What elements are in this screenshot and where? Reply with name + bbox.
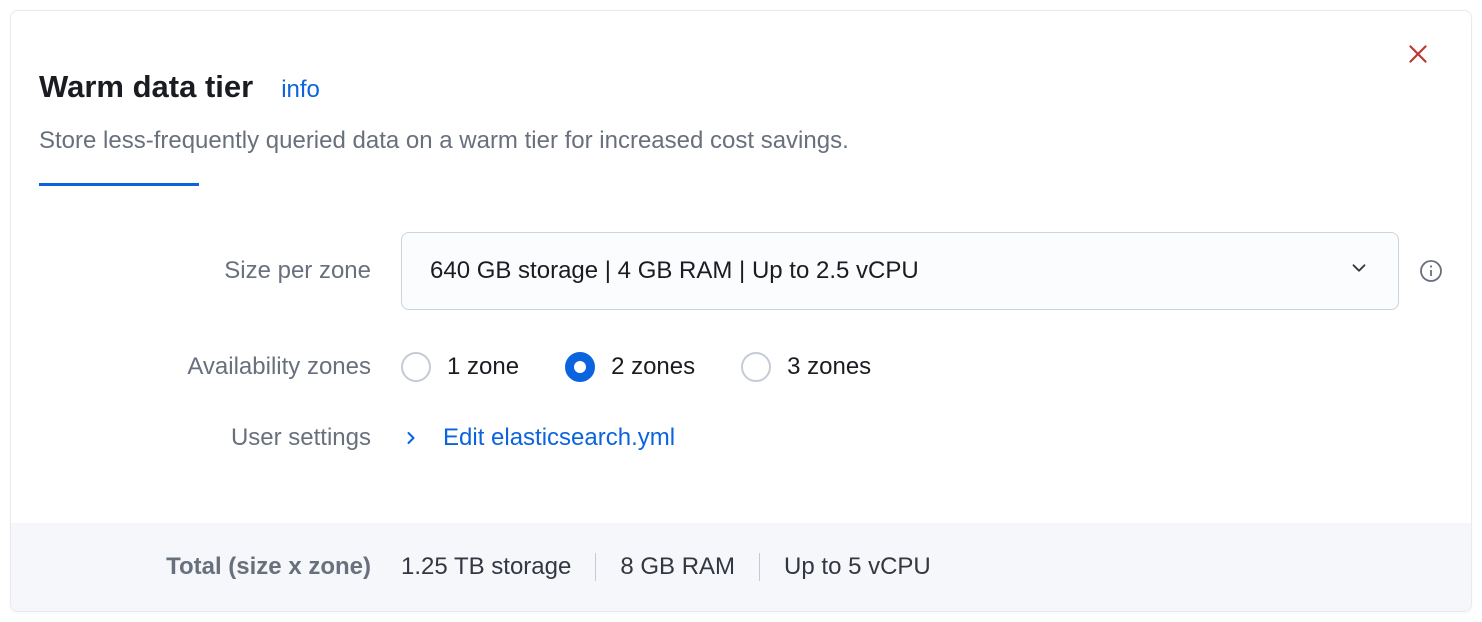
separator bbox=[759, 553, 760, 581]
panel-header: Warm data tier info Store less-frequentl… bbox=[11, 11, 1471, 186]
availability-zones-label: Availability zones bbox=[39, 353, 401, 381]
chevron-right-icon bbox=[401, 428, 421, 448]
size-per-zone-value: 640 GB storage | 4 GB RAM | Up to 2.5 vC… bbox=[430, 257, 919, 285]
close-icon bbox=[1405, 41, 1431, 67]
total-storage: 1.25 TB storage bbox=[401, 553, 571, 581]
zone-option-1[interactable]: 1 zone bbox=[401, 352, 519, 382]
separator bbox=[595, 553, 596, 581]
radio-icon bbox=[741, 352, 771, 382]
size-per-zone-select[interactable]: 640 GB storage | 4 GB RAM | Up to 2.5 vC… bbox=[401, 232, 1399, 310]
zone-option-3-label: 3 zones bbox=[787, 353, 871, 381]
size-per-zone-row: Size per zone 640 GB storage | 4 GB RAM … bbox=[39, 232, 1443, 310]
chevron-down-icon bbox=[1348, 257, 1370, 286]
config-form: Size per zone 640 GB storage | 4 GB RAM … bbox=[11, 186, 1471, 462]
radio-icon bbox=[565, 352, 595, 382]
panel-subtitle: Store less-frequently queried data on a … bbox=[39, 127, 1443, 155]
radio-icon bbox=[401, 352, 431, 382]
warm-data-tier-panel: Warm data tier info Store less-frequentl… bbox=[10, 10, 1472, 612]
zones-radio-group: 1 zone 2 zones 3 zones bbox=[401, 352, 871, 382]
total-cpu: Up to 5 vCPU bbox=[784, 553, 931, 581]
user-settings-label: User settings bbox=[39, 424, 401, 452]
size-per-zone-label: Size per zone bbox=[39, 257, 401, 285]
user-settings-row: User settings Edit elasticsearch.yml bbox=[39, 424, 1443, 452]
zone-option-1-label: 1 zone bbox=[447, 353, 519, 381]
info-icon bbox=[1419, 259, 1443, 283]
close-button[interactable] bbox=[1405, 41, 1431, 67]
totals-values: 1.25 TB storage 8 GB RAM Up to 5 vCPU bbox=[401, 553, 931, 581]
size-info-button[interactable] bbox=[1419, 259, 1443, 283]
edit-user-settings-text: Edit elasticsearch.yml bbox=[443, 424, 675, 452]
availability-zones-row: Availability zones 1 zone 2 zones 3 zone… bbox=[39, 352, 1443, 382]
totals-footer: Total (size x zone) 1.25 TB storage 8 GB… bbox=[11, 523, 1471, 611]
info-link[interactable]: info bbox=[281, 76, 320, 104]
totals-label: Total (size x zone) bbox=[39, 553, 401, 581]
zone-option-2[interactable]: 2 zones bbox=[565, 352, 695, 382]
panel-title: Warm data tier bbox=[39, 69, 253, 105]
total-ram: 8 GB RAM bbox=[620, 553, 735, 581]
edit-user-settings-link[interactable]: Edit elasticsearch.yml bbox=[401, 424, 675, 452]
zone-option-2-label: 2 zones bbox=[611, 353, 695, 381]
zone-option-3[interactable]: 3 zones bbox=[741, 352, 871, 382]
